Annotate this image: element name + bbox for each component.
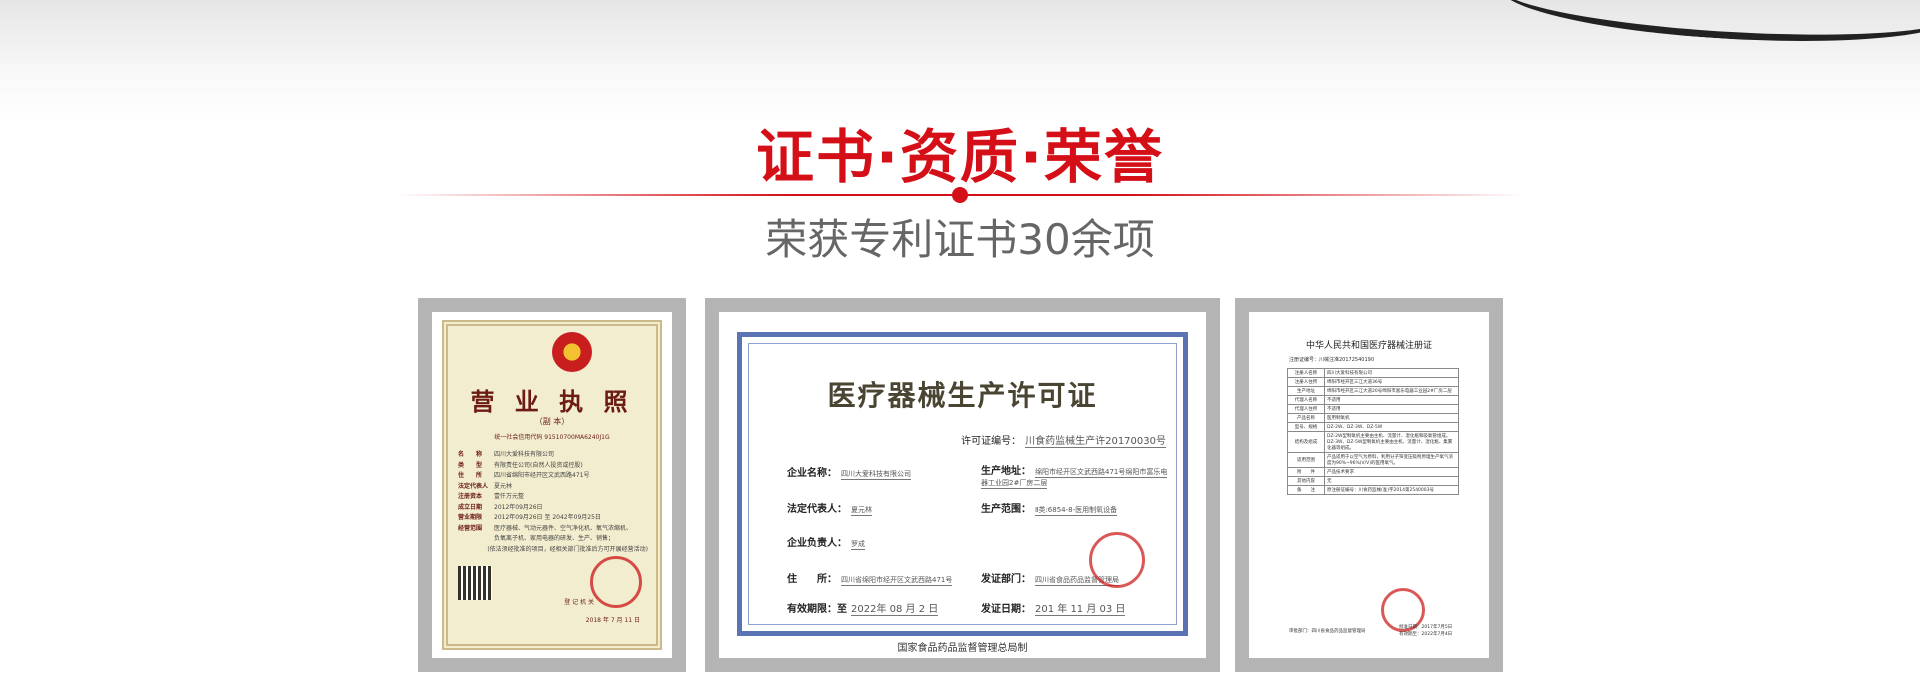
registration-approve-date: 批准日期：2017年7月5日 (1399, 625, 1453, 630)
license-field: 成立日期 2012年09月26日 (458, 503, 543, 511)
certificate-image: 营 业 执 照 （副 本） 统一社会信用代码 91510700MA6240J1G… (432, 312, 672, 658)
red-seal-icon (590, 556, 642, 608)
license-credit-code: 统一社会信用代码 91510700MA6240J1G (494, 434, 610, 441)
table-row: 适用范围 产品适用于以空气为原料，利用分子筛变压吸附原理生产氧气浓度为90%~96… (1287, 452, 1459, 468)
table-row: 其他内容无 (1287, 476, 1459, 486)
permit-manager: 企业负责人： 罗成 (787, 538, 865, 550)
license-fields: 名 称四川大爱科技有限公司 类 型有限责任公司(自然人投资或控股) 住 所四川省… (458, 450, 648, 555)
license-authority: 登 记 机 关 (564, 599, 594, 606)
permit-scope: 生产范围： Ⅱ类:6854-8-医用制氧设备 (981, 504, 1118, 516)
certificate-business-license[interactable]: 营 业 执 照 （副 本） 统一社会信用代码 91510700MA6240J1G… (418, 298, 686, 672)
permit-issue-date: 发证日期： 201 年 11 月 03 日 (981, 604, 1126, 616)
section-subtitle: 荣获专利证书30余项 (765, 215, 1155, 264)
national-emblem-icon (552, 332, 592, 372)
certificate-production-permit[interactable]: 医疗器械生产许可证 许可证编号： 川食药监械生产许20170030号 企业名称：四… (705, 298, 1220, 672)
qr-code-icon (458, 566, 492, 600)
license-field: 名 称四川大爱科技有限公司 (458, 451, 555, 458)
banner-swoosh-decoration (1497, 0, 1920, 55)
permit-inner-border: 医疗器械生产许可证 许可证编号： 川食药监械生产许20170030号 企业名称：四… (748, 343, 1177, 625)
license-paper: 营 业 执 照 （副 本） 统一社会信用代码 91510700MA6240J1G… (442, 320, 662, 650)
permit-legal-rep: 法定代表人： 夏元林 (787, 504, 872, 516)
certificate-image: 医疗器械生产许可证 许可证编号： 川食药监械生产许20170030号 企业名称：四… (719, 312, 1206, 658)
permit-border: 医疗器械生产许可证 许可证编号： 川食药监械生产许20170030号 企业名称：四… (737, 332, 1188, 636)
table-row: 附 件产品技术要求 (1287, 467, 1459, 477)
license-field: 类 型有限责任公司(自然人投资或控股) (458, 461, 583, 469)
table-row: 产品名称 医用制氧机 (1287, 413, 1459, 423)
registration-table: 注册人名称 四川大爱科技有限公司 注册人住所 绵阳市经开区三江大道36号 生产地址绵… (1287, 368, 1459, 495)
license-title: 营 业 执 照 (470, 387, 634, 416)
title-divider-dot (952, 187, 968, 203)
table-row: 代理人名称 不适用 (1287, 395, 1459, 405)
license-field: 住 所四川省绵阳市经开区文武西路471号 (458, 472, 590, 479)
red-seal-icon (1089, 532, 1145, 588)
table-row: 生产地址 绵阳市经开区三江大道20号绵阳市富乐电器工业园2#厂房二层 (1287, 386, 1459, 396)
certificate-registration[interactable]: 中华人民共和国医疗器械注册证 注册证编号：川械注准20172540190 注册人… (1235, 298, 1503, 672)
certificate-image: 中华人民共和国医疗器械注册证 注册证编号：川械注准20172540190 注册人… (1249, 312, 1489, 658)
registration-valid-date: 有效期至：2022年7月4日 (1399, 632, 1453, 637)
registration-number: 注册证编号：川械注准20172540190 (1289, 357, 1374, 363)
permit-residence: 住 所： 四川省绵阳市经开区文武西路471号 (787, 574, 953, 586)
table-row: 结构及组成 DZ-2W型制氧机主要由主机、流量计、湿化瓶和吸氧管组成。DZ-3W、… (1287, 431, 1459, 453)
permit-address: 生产地址： 绵阳市经开区文武西路471号绵阳市富乐电器工业园2#厂房二层 (981, 466, 1168, 489)
license-date: 2018 年 7 月 11 日 (585, 617, 640, 624)
license-field: 负氧离子机、家用电器的研发、生产、销售； (494, 535, 615, 542)
permit-company: 企业名称： 四川大爱科技有限公司 (787, 468, 911, 480)
table-row: 注册人名称 四川大爱科技有限公司 (1287, 368, 1459, 378)
permit-valid-until: 有效期限：至 2022年 08 月 2 日 (787, 604, 939, 616)
top-banner-band (0, 0, 1920, 63)
license-field: 法定代表人 夏元林 (458, 482, 513, 490)
table-row: 备 注原注册证编号：川食药监械(准)字2014第2540003号 (1287, 485, 1459, 495)
registration-dates: 批准日期：2017年7月5日 有效期至：2022年7月4日 (1399, 624, 1452, 638)
permit-title: 医疗器械生产许可证 (827, 379, 1098, 412)
registration-title: 中华人民共和国医疗器械注册证 (1305, 341, 1432, 351)
table-row: 代理人住所 不适用 (1287, 404, 1459, 414)
band-fade (0, 63, 1920, 123)
permit-footer: 国家食品药品监督管理总局制 (897, 643, 1028, 654)
permit-license-no: 许可证编号： 川食药监械生产许20170030号 (961, 436, 1166, 448)
table-row: 型号、规格 DZ-2W、DZ-3W、DZ-5W (1287, 422, 1459, 432)
license-copy-label: （副 本） (534, 417, 570, 426)
table-row: 注册人住所 绵阳市经开区三江大道36号 (1287, 377, 1459, 387)
license-field: 注册资本 壹仟万元整 (458, 493, 525, 500)
license-field: 营业期限 2012年09月26日 至 2042年09月25日 (458, 514, 601, 521)
registration-issuer: 审批部门：四川省食品药品监督管理局 (1289, 629, 1366, 634)
license-field: 经营范围 医疗器械、气动元器件、空气净化机、氧气浓缩机、 (458, 524, 633, 532)
section-title: 证书·资质·荣誉 (755, 123, 1165, 191)
license-field: (依法须经批准的项目，经相关部门批准后方可开展经营活动) (487, 545, 648, 553)
